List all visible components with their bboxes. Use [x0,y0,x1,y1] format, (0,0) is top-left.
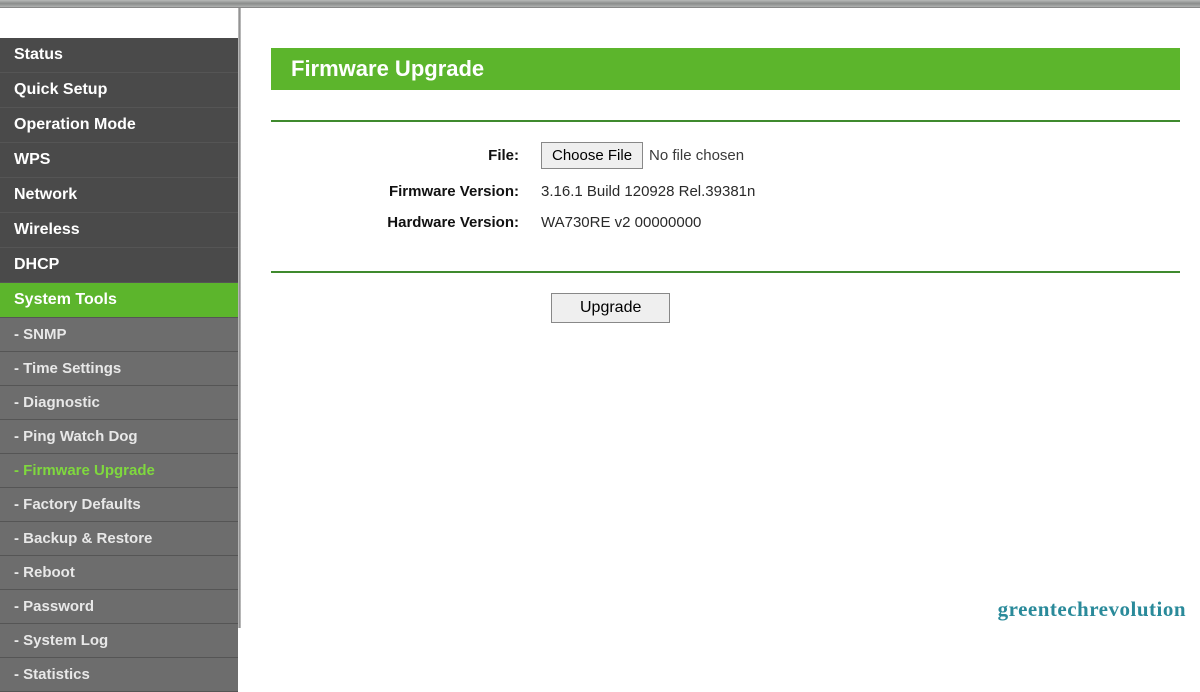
firmware-version-value: 3.16.1 Build 120928 Rel.39381n [541,183,755,200]
choose-file-button[interactable]: Choose File [541,142,643,169]
sidebar-item-dhcp[interactable]: DHCP [0,248,238,283]
sidebar-item-system-log[interactable]: - System Log [0,624,238,658]
sidebar-item-backup-restore[interactable]: - Backup & Restore [0,522,238,556]
sidebar-item-time-settings[interactable]: - Time Settings [0,352,238,386]
divider-line-bottom [271,271,1180,273]
page-title: Firmware Upgrade [271,48,1180,90]
sidebar-item-operation-mode[interactable]: Operation Mode [0,108,238,143]
sidebar: Status Quick Setup Operation Mode WPS Ne… [0,8,238,628]
firmware-version-label: Firmware Version: [271,183,541,200]
sidebar-item-reboot[interactable]: - Reboot [0,556,238,590]
hardware-version-label: Hardware Version: [271,214,541,231]
sidebar-item-quick-setup[interactable]: Quick Setup [0,73,238,108]
file-row: File: Choose File No file chosen [271,142,1180,169]
upgrade-button[interactable]: Upgrade [551,293,670,323]
sidebar-item-ping-watch-dog[interactable]: - Ping Watch Dog [0,420,238,454]
sidebar-item-wps[interactable]: WPS [0,143,238,178]
sidebar-item-firmware-upgrade[interactable]: - Firmware Upgrade [0,454,238,488]
hardware-version-value: WA730RE v2 00000000 [541,214,701,231]
window-topbar [0,0,1200,8]
sidebar-item-statistics[interactable]: - Statistics [0,658,238,692]
divider-line-top [271,120,1180,122]
no-file-chosen-text: No file chosen [649,147,744,164]
sidebar-item-system-tools[interactable]: System Tools [0,283,238,318]
app-container: Status Quick Setup Operation Mode WPS Ne… [0,8,1200,628]
main-content: Firmware Upgrade File: Choose File No fi… [241,8,1200,628]
sidebar-item-wireless[interactable]: Wireless [0,213,238,248]
sidebar-item-factory-defaults[interactable]: - Factory Defaults [0,488,238,522]
sidebar-item-snmp[interactable]: - SNMP [0,318,238,352]
watermark-text: greentechrevolution [998,597,1186,622]
hardware-version-row: Hardware Version: WA730RE v2 00000000 [271,214,1180,231]
sidebar-item-network[interactable]: Network [0,178,238,213]
sidebar-item-password[interactable]: - Password [0,590,238,624]
firmware-version-row: Firmware Version: 3.16.1 Build 120928 Re… [271,183,1180,200]
sidebar-item-diagnostic[interactable]: - Diagnostic [0,386,238,420]
file-label: File: [271,147,541,164]
sidebar-item-status[interactable]: Status [0,38,238,73]
